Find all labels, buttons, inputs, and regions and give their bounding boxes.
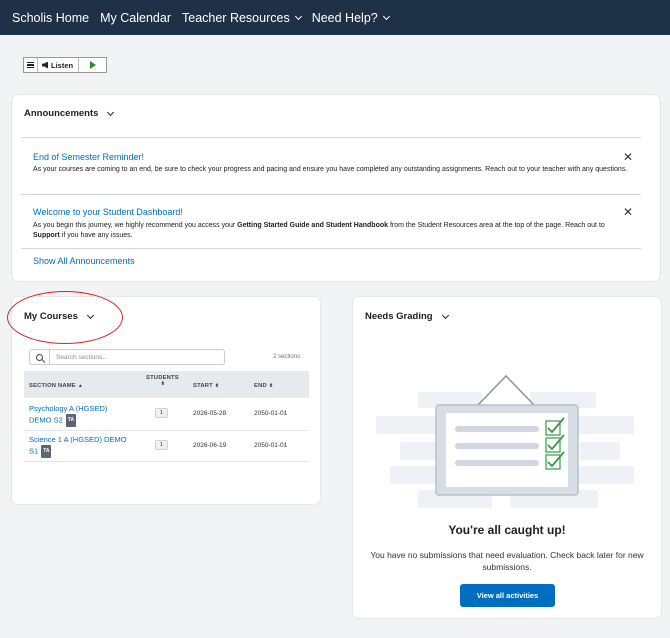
ta-badge: TA (41, 445, 52, 458)
search-button[interactable] (30, 350, 50, 364)
course-name-line: S1 (29, 446, 39, 456)
search-icon (36, 353, 43, 361)
announcement-body-welcome: As you begin this journey, we highly rec… (33, 221, 631, 241)
announcement-body-end-of-semester: As your courses are coming to an end, be… (33, 166, 628, 173)
column-header-students[interactable]: STUDENTS ⬍ (146, 375, 179, 387)
listen-button[interactable]: Listen (38, 58, 80, 72)
sort-icon: ⬍ (160, 381, 166, 387)
chevron-down-icon (294, 12, 302, 20)
course-link-science[interactable]: Science 1 A (HGSED) DEMO S1 TA (29, 434, 133, 458)
nav-my-calendar[interactable]: My Calendar (100, 11, 171, 25)
sort-icon: ⬍ (214, 383, 220, 389)
view-all-activities-button[interactable]: View all activities (460, 584, 555, 607)
chevron-down-icon (382, 12, 390, 20)
chevron-down-icon (107, 108, 115, 116)
body-text: from the Student Resources area at the t… (388, 222, 605, 229)
close-icon[interactable]: ✕ (623, 151, 633, 163)
nav-my-calendar-label: My Calendar (100, 10, 171, 25)
course-link-psychology[interactable]: Psychology A (HGSED) DEMO S2 TA (29, 403, 133, 427)
body-bold-text: Support (33, 232, 60, 239)
column-label: START (193, 383, 213, 389)
sort-ascending-icon: ▲ (77, 383, 84, 389)
body-text: if you have any issues. (59, 232, 133, 239)
search-input[interactable]: Search sections... (50, 354, 108, 361)
chevron-down-icon (441, 311, 449, 319)
announcement-title-end-of-semester[interactable]: End of Semester Reminder! (33, 152, 144, 162)
close-icon[interactable]: ✕ (623, 206, 633, 218)
body-text: As you begin this journey, we highly rec… (33, 222, 238, 229)
end-date: 2050-01-01 (254, 442, 288, 449)
no-submissions-message: You have no submissions that need evalua… (370, 550, 644, 572)
column-label: END (254, 383, 267, 389)
nav-teacher-resources[interactable]: Teacher Resources (182, 10, 302, 25)
sort-icon: ⬍ (268, 383, 274, 389)
listen-label: Listen (51, 60, 74, 70)
column-header-section-name[interactable]: SECTION NAME ▲ (29, 383, 83, 389)
nav-teacher-resources-label: Teacher Resources (182, 10, 290, 25)
show-all-announcements-link[interactable]: Show All Announcements (33, 256, 135, 266)
speaker-icon (42, 61, 48, 69)
column-label: SECTION NAME (29, 383, 76, 389)
my-courses-title: My Courses (24, 311, 78, 322)
row-divider (24, 430, 309, 431)
read-aloud-toolbar: Listen (23, 57, 107, 73)
start-date: 2026-05-28 (193, 410, 227, 417)
hanging-string (477, 374, 535, 406)
column-header-end[interactable]: END ⬍ (254, 383, 273, 389)
caught-up-illustration (376, 374, 634, 508)
course-name-line: DEMO S2 (29, 415, 63, 425)
play-button[interactable] (79, 58, 106, 72)
nav-scholis-home-label: Scholis Home (12, 10, 90, 25)
caught-up-heading: You're all caught up! (448, 523, 566, 537)
divider (21, 137, 641, 138)
announcements-header[interactable]: Announcements (24, 108, 115, 119)
search-sections-field[interactable]: Search sections... (29, 349, 225, 365)
course-name-line: Science 1 A (HGSED) DEMO (29, 435, 127, 444)
top-navigation-bar: Scholis Home My Calendar Teacher Resourc… (0, 0, 670, 35)
play-icon (89, 61, 96, 69)
course-name-line: Psychology A (HGSED) (29, 404, 108, 413)
needs-grading-title: Needs Grading (365, 311, 433, 322)
start-date: 2026-06-19 (193, 442, 227, 449)
announcements-title: Announcements (24, 108, 99, 119)
announcement-title-welcome[interactable]: Welcome to your Student Dashboard! (33, 207, 183, 217)
section-count: 2 sections (273, 354, 301, 360)
end-date: 2050-01-01 (254, 410, 288, 417)
nav-need-help[interactable]: Need Help? (311, 10, 390, 25)
announcements-card (12, 95, 660, 281)
body-bold-text: Getting Started Guide and Student Handbo… (237, 222, 389, 229)
needs-grading-header[interactable]: Needs Grading (365, 311, 449, 322)
chevron-down-icon (86, 311, 94, 319)
ta-badge: TA (65, 414, 77, 427)
divider (21, 194, 641, 195)
nav-need-help-label: Need Help? (311, 10, 378, 25)
row-divider (24, 461, 309, 462)
student-count-badge[interactable]: 1 (155, 408, 168, 418)
column-header-start[interactable]: START ⬍ (193, 383, 219, 389)
my-courses-header[interactable]: My Courses (24, 311, 94, 322)
menu-icon[interactable] (24, 58, 38, 72)
student-count-badge[interactable]: 1 (155, 440, 168, 450)
divider (21, 248, 641, 249)
nav-scholis-home[interactable]: Scholis Home (12, 11, 89, 25)
